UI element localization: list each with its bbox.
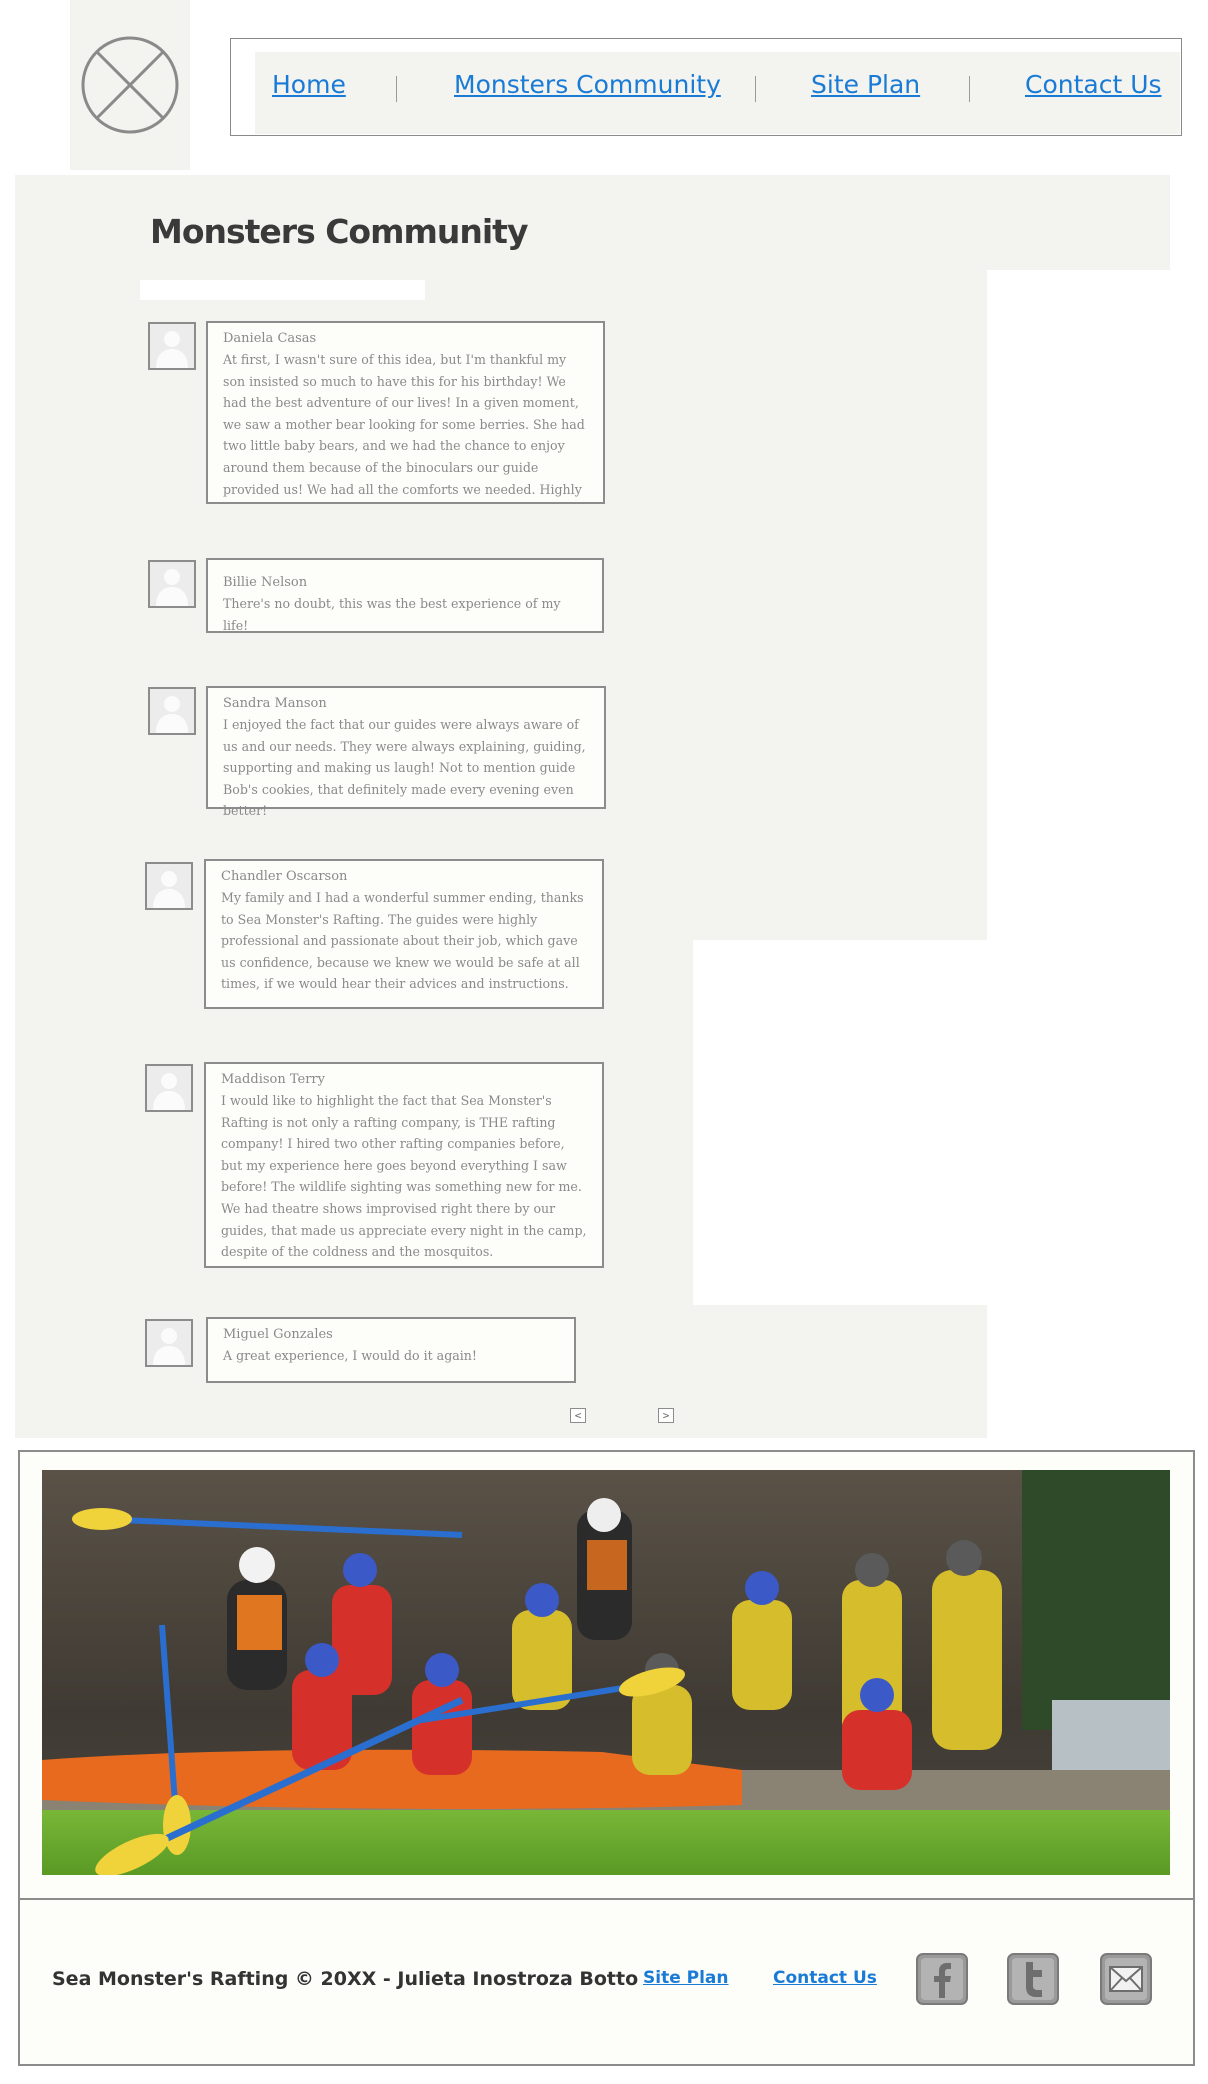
user-silhouette-icon (147, 1066, 191, 1110)
twitter-icon[interactable] (1006, 1952, 1060, 2006)
avatar (148, 560, 196, 608)
comment-author: Daniela Casas (223, 331, 317, 346)
avatar (145, 862, 193, 910)
comment-text: My family and I had a wonderful summer e… (221, 890, 584, 992)
comment-box: Maddison Terry I would like to highlight… (204, 1062, 604, 1268)
page-title: Monsters Community (150, 212, 528, 251)
logo-placeholder-icon[interactable] (80, 35, 180, 135)
rafting-group-photo (42, 1470, 1170, 1875)
footer-contact-us-link[interactable]: Contact Us (773, 1968, 877, 1988)
copyright-text: Sea Monster's Rafting © 20XX - Julieta I… (52, 1968, 639, 1990)
nav-separator (396, 76, 397, 102)
mail-icon[interactable] (1099, 1952, 1153, 2006)
comment-author: Billie Nelson (223, 575, 308, 590)
comment-box: Chandler Oscarson My family and I had a … (204, 859, 604, 1009)
title-underline (140, 280, 425, 300)
avatar (148, 687, 196, 735)
avatar (145, 1319, 193, 1367)
facebook-icon[interactable] (915, 1952, 969, 2006)
user-silhouette-icon (150, 324, 194, 368)
comment-box: Sandra Manson I enjoyed the fact that ou… (206, 686, 606, 818)
comment-box: Daniela Casas At first, I wasn't sure of… (206, 321, 605, 504)
nav-separator (755, 76, 756, 102)
next-page-button[interactable]: > (658, 1408, 674, 1423)
comment-text: At first, I wasn't sure of this idea, bu… (223, 352, 585, 497)
user-silhouette-icon (147, 864, 191, 908)
nav-separator (969, 76, 970, 102)
comment-box: Billie Nelson There's no doubt, this was… (206, 558, 604, 633)
nav-home[interactable]: Home (272, 70, 346, 99)
comment-author: Chandler Oscarson (221, 869, 348, 884)
nav-site-plan[interactable]: Site Plan (811, 70, 920, 99)
comment-author: Sandra Manson (223, 696, 327, 711)
content-gap (693, 940, 987, 1305)
avatar (148, 322, 196, 370)
comment-text: I enjoyed the fact that our guides were … (223, 717, 586, 819)
comment-box: Miguel Gonzales A great experience, I wo… (206, 1317, 576, 1383)
comment-author: Maddison Terry (221, 1072, 325, 1087)
user-silhouette-icon (150, 562, 194, 606)
nav-monsters-community[interactable]: Monsters Community (454, 70, 721, 99)
comment-author: Miguel Gonzales (223, 1327, 333, 1342)
prev-page-button[interactable]: < (570, 1408, 586, 1423)
comment-text: I would like to highlight the fact that … (221, 1093, 587, 1260)
avatar (145, 1064, 193, 1112)
user-silhouette-icon (147, 1321, 191, 1365)
nav-contact-us[interactable]: Contact Us (1025, 70, 1162, 99)
comment-text: A great experience, I would do it again! (223, 1348, 477, 1363)
comment-text: There's no doubt, this was the best expe… (223, 596, 561, 633)
footer-site-plan-link[interactable]: Site Plan (643, 1968, 729, 1988)
user-silhouette-icon (150, 689, 194, 733)
